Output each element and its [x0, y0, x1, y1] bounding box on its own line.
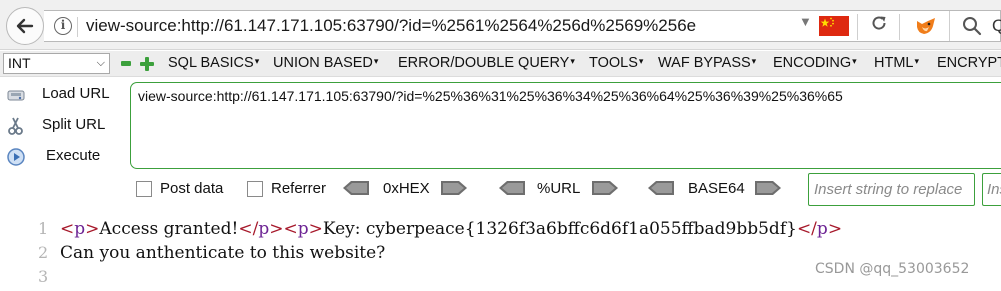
- minus-icon[interactable]: [121, 61, 131, 66]
- load-url-button[interactable]: Load URL: [0, 82, 125, 108]
- menu-label: HTML: [874, 55, 914, 71]
- chevron-down-icon[interactable]: ▼: [799, 14, 812, 29]
- split-url-label: Split URL: [42, 116, 106, 133]
- replace-string-input[interactable]: Insert string to replace: [808, 173, 975, 206]
- divider: [857, 14, 858, 40]
- source-text: Key: cyberpeace{1326f3a6bffc6d6f1a055ffb…: [322, 219, 797, 239]
- referrer-label: Referrer: [271, 180, 327, 197]
- referrer-checkbox[interactable]: [247, 181, 263, 197]
- tag-name: p: [816, 219, 828, 239]
- dropdown-arrow-icon: ▾: [570, 56, 575, 66]
- address-bar[interactable]: i view-source:http://61.147.171.105:6379…: [44, 10, 1001, 42]
- dropdown-arrow-icon: ▾: [254, 56, 260, 66]
- base64-encode-arrow-icon[interactable]: [755, 179, 781, 202]
- chevron-down-icon: ⌵: [96, 57, 105, 69]
- source-line: 1 <p>Access granted!</p><p>Key: cyberpea…: [0, 219, 1001, 243]
- menu-label: ENCODING: [773, 55, 852, 71]
- source-text: Can you anthenticate to this website?: [60, 243, 386, 263]
- load-url-label: Load URL: [42, 85, 110, 102]
- dropdown-arrow-icon: ▾: [852, 56, 857, 66]
- dropdown-arrow-icon: ▾: [638, 56, 644, 66]
- base64-converter-label: BASE64: [688, 180, 745, 197]
- menu-label: ENCRYPT: [937, 55, 1001, 71]
- url-textarea-value: view-source:http://61.147.171.105:63790/…: [138, 88, 843, 104]
- menu-union-based[interactable]: UNION BASED▾: [273, 55, 378, 71]
- load-url-icon: [6, 85, 26, 105]
- url-encode-arrow-icon[interactable]: [592, 179, 618, 202]
- tag-bracket: </: [238, 219, 259, 239]
- source-text: Access granted!: [99, 219, 239, 239]
- execute-icon: [6, 147, 26, 167]
- line-number: 3: [38, 267, 49, 286]
- menu-tools[interactable]: TOOLS▾: [589, 55, 643, 71]
- scissors-icon: [6, 116, 26, 136]
- tag-bracket: >: [85, 219, 100, 239]
- menu-label: ERROR/DOUBLE QUERY: [398, 55, 570, 71]
- menu-label: WAF BYPASS: [658, 55, 751, 71]
- browser-nav-bar: i view-source:http://61.147.171.105:6379…: [0, 0, 1001, 50]
- search-box[interactable]: Q: [949, 11, 1001, 41]
- menu-label: SQL BASICS: [168, 55, 254, 71]
- execute-label: Execute: [46, 147, 101, 164]
- tag-name: p: [74, 219, 86, 239]
- split-url-button[interactable]: Split URL: [0, 113, 125, 139]
- plus-icon[interactable]: [140, 57, 154, 71]
- url-text[interactable]: view-source:http://61.147.171.105:63790/…: [86, 16, 696, 36]
- tag-bracket: >: [308, 219, 323, 239]
- tag-bracket: >: [269, 219, 284, 239]
- dropdown-arrow-icon: ▾: [751, 56, 757, 66]
- base64-decode-arrow-icon[interactable]: [648, 179, 674, 202]
- dropdown-arrow-icon: ▾: [914, 56, 920, 66]
- url-textarea[interactable]: view-source:http://61.147.171.105:63790/…: [130, 82, 1001, 169]
- post-data-checkbox[interactable]: [136, 181, 152, 197]
- replace-with-input[interactable]: Insert: [982, 173, 1001, 206]
- divider: [77, 17, 78, 37]
- menu-label: UNION BASED: [273, 55, 373, 71]
- back-button[interactable]: [6, 7, 44, 45]
- info-icon[interactable]: i: [54, 17, 72, 35]
- watermark-text: CSDN @qq_53003652: [815, 261, 970, 277]
- hackbar-toolbar: INT ⌵ SQL BASICS▾ UNION BASED▾ ERROR/DOU…: [0, 51, 1001, 77]
- menu-sql-basics[interactable]: SQL BASICS▾: [168, 55, 259, 71]
- fox-extension-icon[interactable]: [914, 15, 938, 42]
- menu-error-double-query[interactable]: ERROR/DOUBLE QUERY▾: [398, 55, 575, 71]
- tag-name: p: [297, 219, 309, 239]
- menu-html[interactable]: HTML▾: [874, 55, 919, 71]
- tag-name: p: [258, 219, 270, 239]
- hex-decode-arrow-icon[interactable]: [343, 179, 369, 202]
- search-icon: [962, 16, 982, 41]
- type-select[interactable]: INT ⌵: [3, 53, 110, 74]
- replace-with-placeholder: Insert: [987, 181, 1001, 198]
- menu-encoding[interactable]: ENCODING▾: [773, 55, 857, 71]
- replace-string-placeholder: Insert string to replace: [814, 181, 963, 198]
- china-flag-icon: [819, 16, 849, 36]
- hex-encode-arrow-icon[interactable]: [441, 179, 467, 202]
- type-select-value: INT: [8, 55, 31, 71]
- url-converter-label: %URL: [537, 180, 581, 197]
- post-data-label: Post data: [160, 180, 224, 197]
- tag-bracket: </: [796, 219, 817, 239]
- line-number: 2: [38, 243, 49, 262]
- back-arrow-icon: [16, 18, 34, 34]
- tag-bracket: >: [827, 219, 843, 239]
- line-number: 1: [38, 219, 49, 238]
- menu-label: TOOLS: [589, 55, 638, 71]
- dropdown-arrow-icon: ▾: [373, 56, 379, 66]
- execute-button[interactable]: Execute: [0, 144, 125, 170]
- menu-waf-bypass[interactable]: WAF BYPASS▾: [658, 55, 756, 71]
- menu-encrypt[interactable]: ENCRYPT: [937, 55, 1001, 71]
- search-input[interactable]: Q: [992, 16, 1001, 36]
- source-code: <p>Access granted!</p><p>Key: cyberpeace…: [60, 219, 842, 239]
- reload-icon[interactable]: [870, 14, 888, 38]
- tag-bracket: <: [60, 219, 75, 239]
- tag-bracket: <: [283, 219, 298, 239]
- hex-converter-label: 0xHEX: [383, 180, 430, 197]
- divider: [899, 14, 900, 40]
- url-decode-arrow-icon[interactable]: [499, 179, 525, 202]
